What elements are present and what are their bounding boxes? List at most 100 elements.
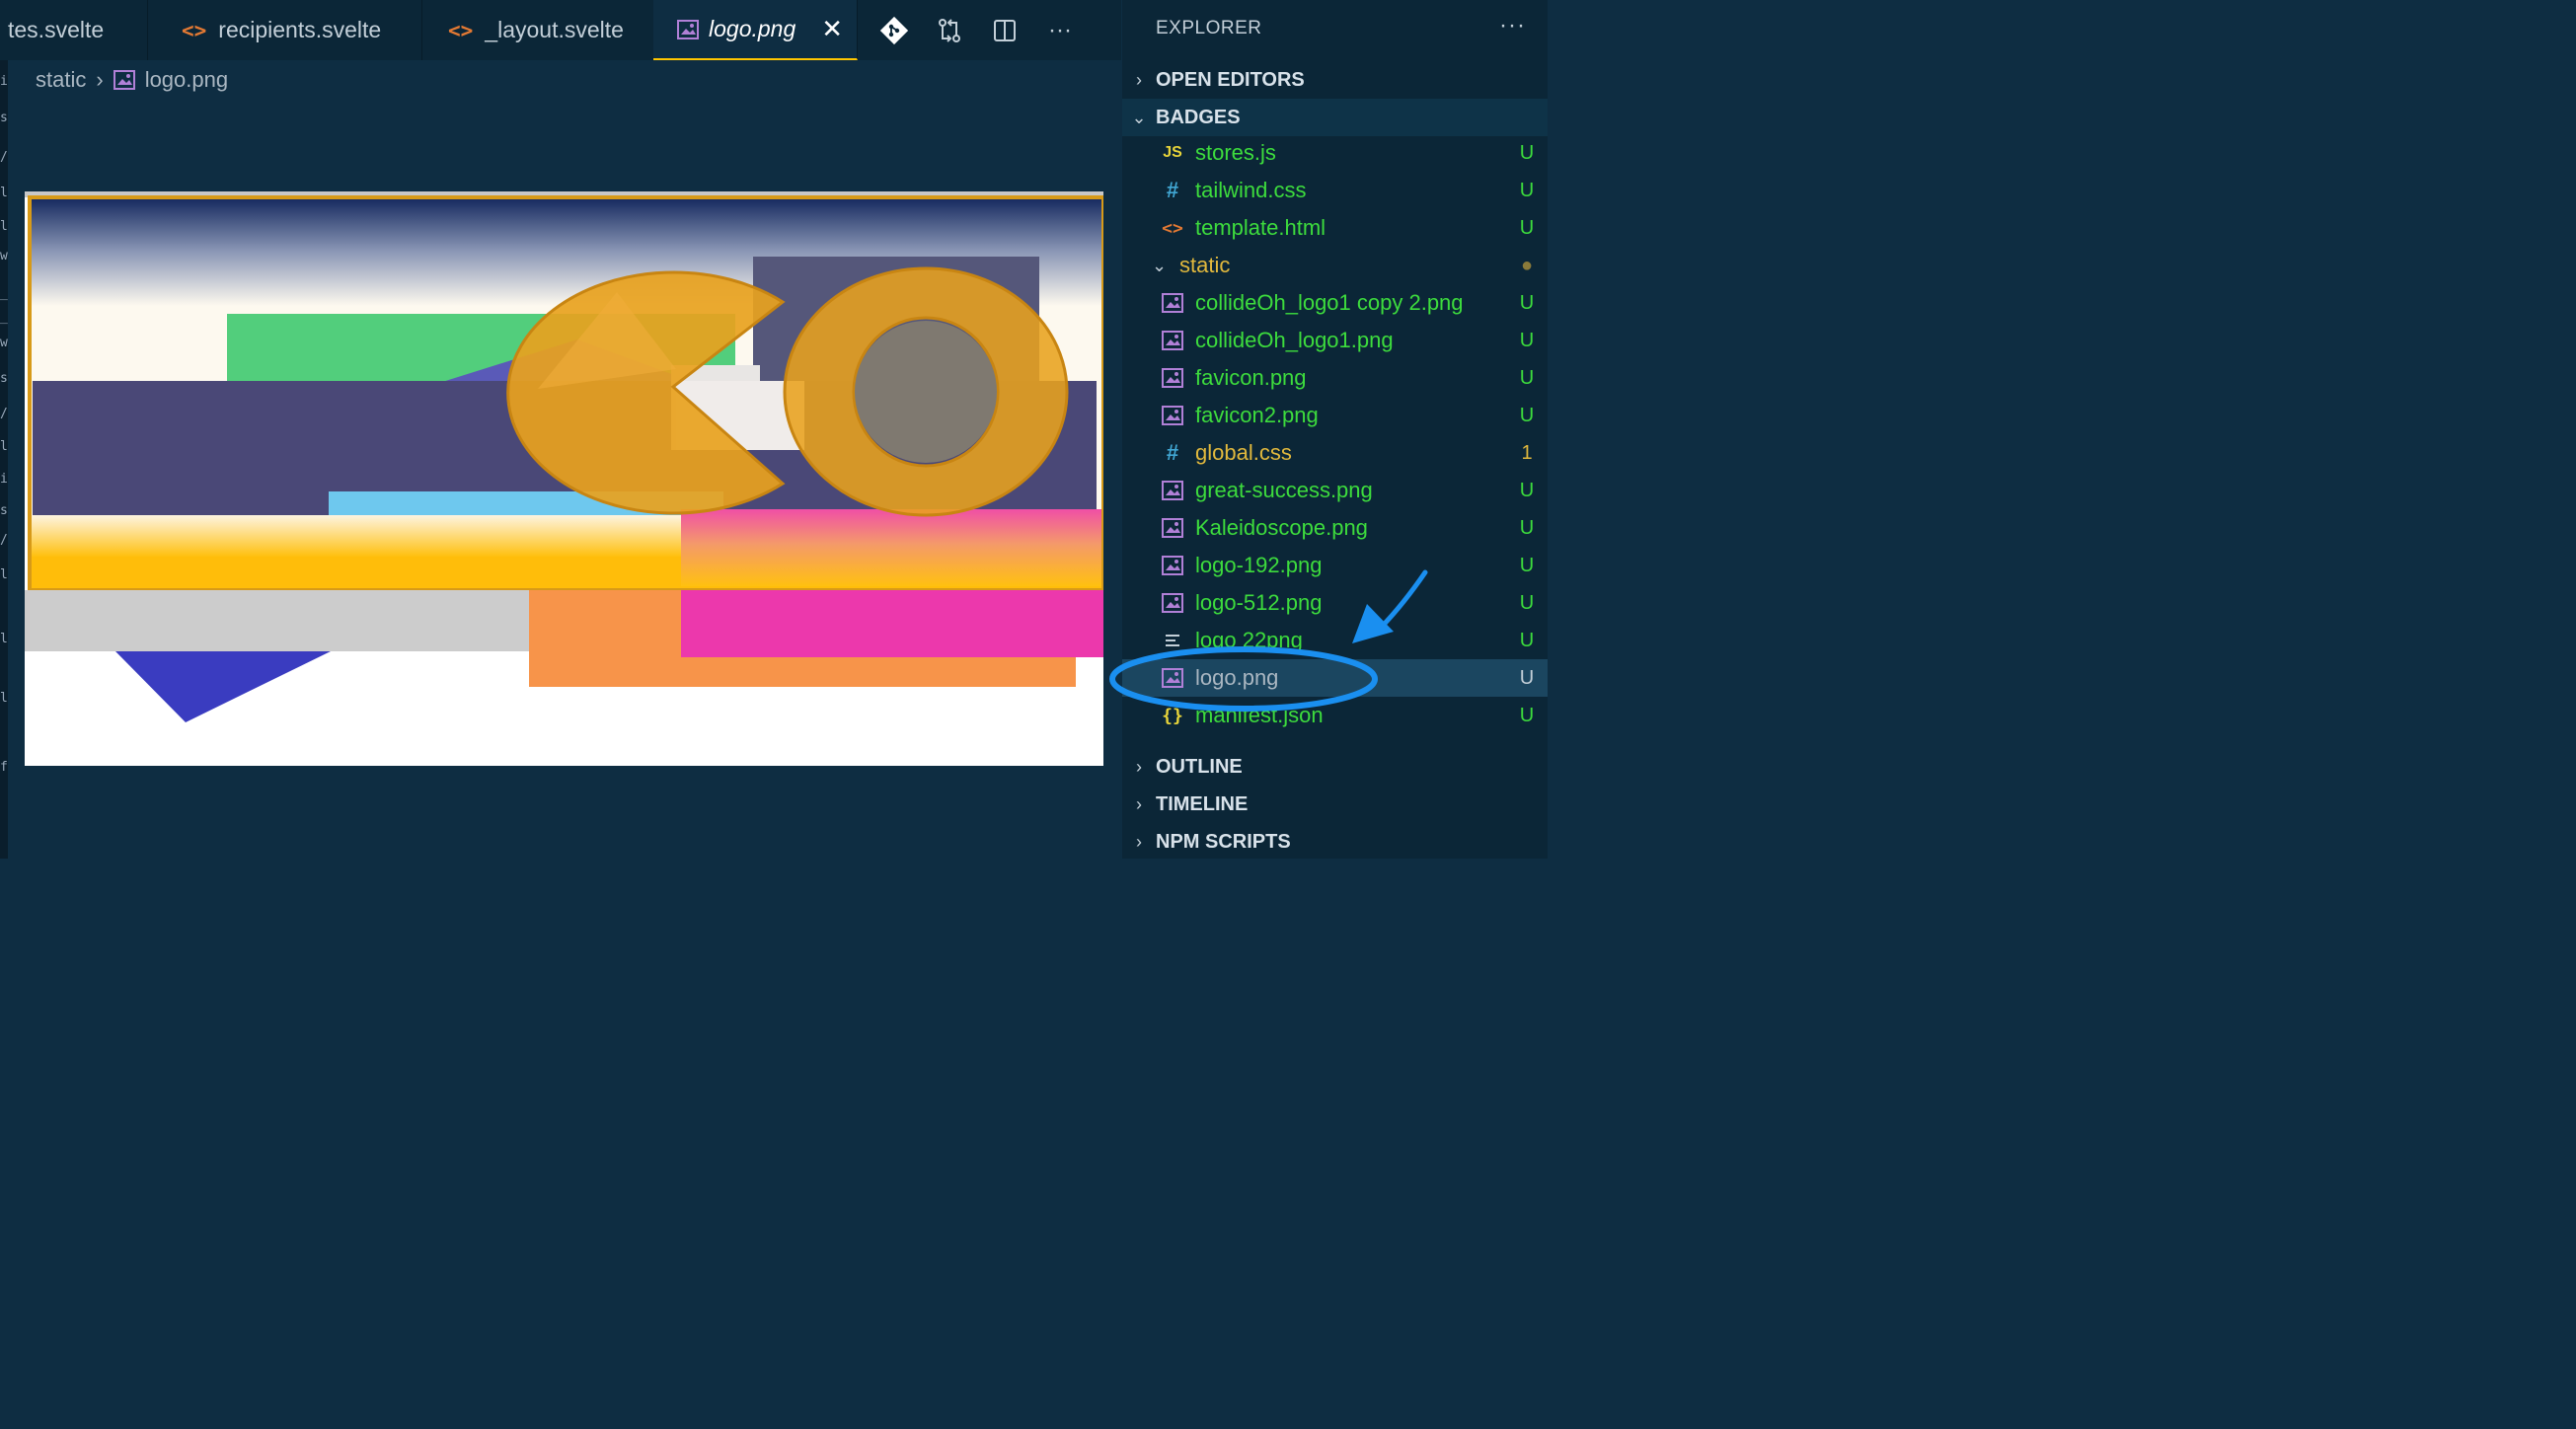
explorer-sidebar: EXPLORER ··· › OPEN EDITORS ⌄ BADGES JS s… bbox=[1122, 0, 1548, 859]
code-fragment: _ bbox=[0, 310, 8, 325]
file-item[interactable]: collideOh_logo1.png U bbox=[1122, 322, 1548, 359]
html-file-icon: <> bbox=[1162, 217, 1183, 239]
git-status-badge: U bbox=[1519, 629, 1535, 651]
split-editor-icon[interactable] bbox=[977, 0, 1032, 60]
tab-layout-svelte[interactable]: <> _layout.svelte bbox=[422, 0, 659, 60]
section-open-editors[interactable]: › OPEN EDITORS bbox=[1122, 61, 1548, 99]
git-icon[interactable] bbox=[867, 0, 922, 60]
css-file-icon: # bbox=[1166, 178, 1179, 202]
file-name: logo.png bbox=[1195, 665, 1279, 690]
git-status-badge: U bbox=[1519, 179, 1535, 201]
image-file-icon bbox=[677, 19, 699, 39]
chevron-down-icon: ⌄ bbox=[1131, 107, 1147, 127]
git-status-badge: U bbox=[1519, 404, 1535, 426]
file-item[interactable]: collideOh_logo1 copy 2.png U bbox=[1122, 284, 1548, 322]
tab-routes-svelte[interactable]: tes.svelte bbox=[0, 0, 148, 60]
editor-tab-bar: tes.svelte <> recipients.svelte <> _layo… bbox=[0, 0, 1121, 60]
code-fragment: l bbox=[0, 632, 8, 646]
json-file-icon: {} bbox=[1162, 705, 1183, 726]
file-name: manifest.json bbox=[1195, 703, 1324, 727]
file-name: logo 22png bbox=[1195, 628, 1303, 652]
code-fragment: l bbox=[0, 439, 8, 454]
file-name: Kaleidoscope.png bbox=[1195, 515, 1368, 540]
code-fragment: l bbox=[0, 219, 8, 234]
breadcrumb-file[interactable]: logo.png bbox=[145, 67, 228, 93]
section-badges[interactable]: ⌄ BADGES bbox=[1122, 99, 1548, 136]
chevron-right-icon: › bbox=[1136, 793, 1142, 814]
file-name: stores.js bbox=[1195, 140, 1276, 165]
code-fragment: l bbox=[0, 567, 8, 582]
file-item[interactable]: <> template.html U bbox=[1122, 209, 1548, 247]
git-status-badge: U bbox=[1519, 329, 1535, 351]
file-item[interactable]: # global.css 1 bbox=[1122, 434, 1548, 472]
file-name: tailwind.css bbox=[1195, 178, 1307, 202]
file-item[interactable]: great-success.png U bbox=[1122, 472, 1548, 509]
file-item[interactable]: # tailwind.css U bbox=[1122, 172, 1548, 209]
file-name: great-success.png bbox=[1195, 478, 1373, 502]
file-name: logo-512.png bbox=[1195, 590, 1323, 615]
tab-label: logo.png bbox=[709, 16, 796, 41]
git-status-badge: U bbox=[1519, 554, 1535, 576]
code-fragment: l bbox=[0, 186, 8, 200]
more-icon[interactable]: ··· bbox=[1499, 12, 1526, 39]
section-timeline[interactable]: › TIMELINE bbox=[1122, 786, 1548, 823]
chevron-right-icon: › bbox=[1136, 69, 1142, 90]
modified-dot-badge: ● bbox=[1520, 254, 1534, 276]
file-name: collideOh_logo1 copy 2.png bbox=[1195, 290, 1464, 315]
code-fragment: / bbox=[0, 150, 8, 165]
code-fragment: _ bbox=[0, 286, 8, 301]
code-fragment: s bbox=[0, 111, 8, 125]
git-status-badge: U bbox=[1519, 141, 1535, 164]
breadcrumb-folder[interactable]: static bbox=[36, 67, 86, 93]
chevron-right-icon: › bbox=[1136, 756, 1142, 777]
svelte-file-icon: <> bbox=[182, 18, 207, 42]
close-tab-icon[interactable]: ✕ bbox=[821, 14, 843, 44]
breadcrumb: static › logo.png bbox=[36, 65, 228, 95]
file-item[interactable]: {} manifest.json U bbox=[1122, 697, 1548, 734]
tab-logo-png[interactable]: logo.png ✕ bbox=[653, 0, 858, 60]
file-name: favicon2.png bbox=[1195, 403, 1319, 427]
file-item[interactable]: favicon2.png U bbox=[1122, 397, 1548, 434]
chevron-right-icon: › bbox=[1136, 831, 1142, 852]
file-item[interactable]: logo 22png U bbox=[1122, 622, 1548, 659]
section-npm-scripts[interactable]: › NPM SCRIPTS bbox=[1122, 823, 1548, 861]
explorer-title: EXPLORER bbox=[1156, 18, 1262, 38]
git-status-badge: U bbox=[1519, 704, 1535, 726]
code-fragment: s bbox=[0, 371, 8, 386]
section-title: BADGES bbox=[1156, 106, 1241, 128]
tab-label: recipients.svelte bbox=[218, 17, 382, 42]
section-title: OPEN EDITORS bbox=[1156, 68, 1305, 91]
file-item[interactable]: logo-192.png U bbox=[1122, 547, 1548, 584]
previous-editor-sliver: /lis/llw__ws/lis/lllf bbox=[0, 0, 8, 859]
tab-recipients-svelte[interactable]: <> recipients.svelte bbox=[156, 0, 422, 60]
clipped-row bbox=[1122, 734, 1548, 746]
code-fragment: s bbox=[0, 503, 8, 518]
code-fragment: f bbox=[0, 760, 8, 775]
git-status-badge: U bbox=[1519, 516, 1535, 539]
file-item[interactable]: favicon.png U bbox=[1122, 359, 1548, 397]
git-status-badge: 1 bbox=[1521, 441, 1533, 464]
folder-static[interactable]: ⌄ static ● bbox=[1122, 247, 1548, 284]
code-fragment: w bbox=[0, 336, 8, 350]
image-file-icon bbox=[1160, 518, 1185, 538]
git-status-badge: U bbox=[1519, 216, 1535, 239]
image-file-icon bbox=[1160, 556, 1185, 575]
code-fragment: i bbox=[0, 472, 8, 487]
file-name: logo-192.png bbox=[1195, 553, 1323, 577]
section-title: OUTLINE bbox=[1156, 755, 1243, 778]
section-outline[interactable]: › OUTLINE bbox=[1122, 748, 1548, 786]
code-fragment: w bbox=[0, 249, 8, 263]
file-item[interactable]: logo.png U bbox=[1122, 659, 1548, 697]
tab-label: tes.svelte bbox=[8, 17, 105, 42]
code-fragment: / bbox=[0, 533, 8, 548]
javascript-file-icon: JS bbox=[1163, 144, 1182, 161]
chevron-right-icon: › bbox=[96, 67, 104, 92]
file-item[interactable]: JS stores.js U bbox=[1122, 134, 1548, 172]
svelte-file-icon: <> bbox=[448, 18, 474, 42]
file-name: template.html bbox=[1195, 215, 1326, 240]
compare-changes-icon[interactable] bbox=[922, 0, 977, 60]
file-item[interactable]: Kaleidoscope.png U bbox=[1122, 509, 1548, 547]
more-actions-icon[interactable]: ··· bbox=[1032, 0, 1088, 60]
tab-label: _layout.svelte bbox=[485, 17, 624, 42]
file-item[interactable]: logo-512.png U bbox=[1122, 584, 1548, 622]
